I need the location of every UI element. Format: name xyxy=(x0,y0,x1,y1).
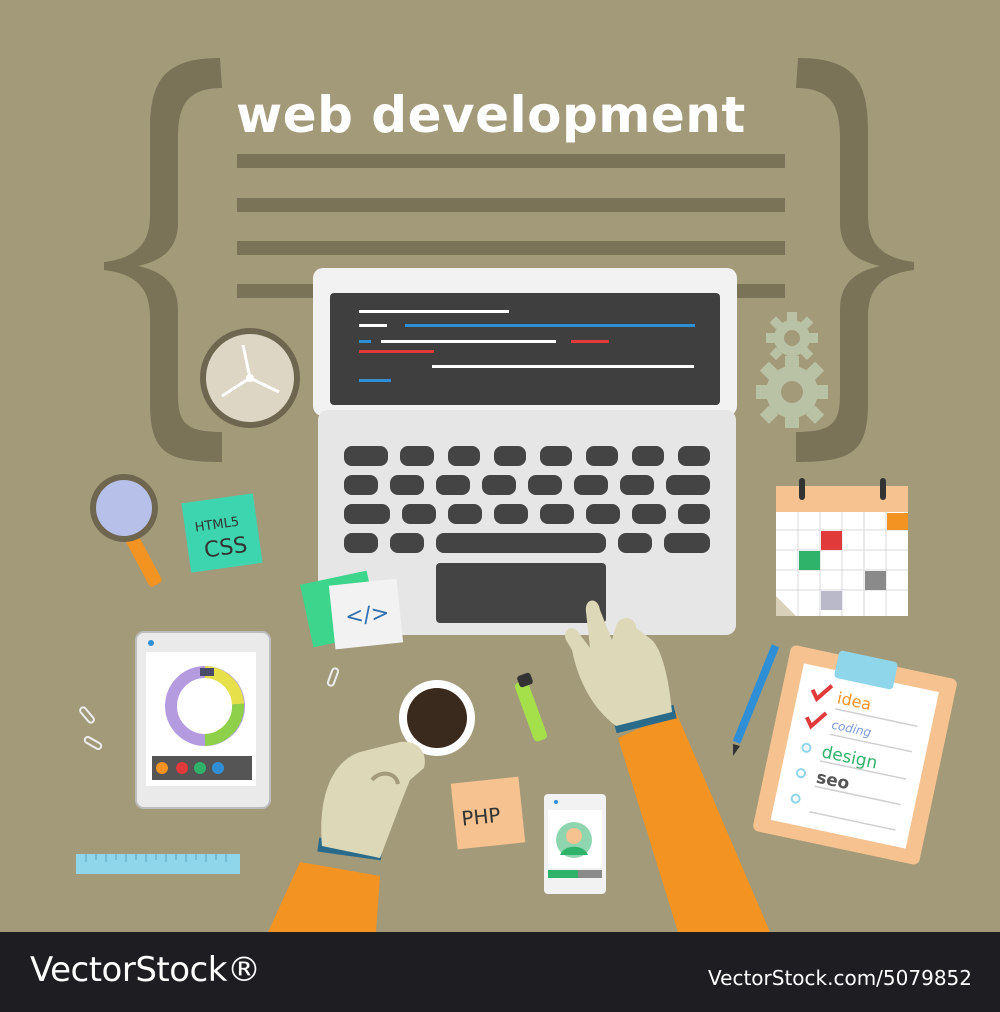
illustration-scene: HTML5 CSS </> PHP idea coding design seo… xyxy=(0,0,1000,932)
code-tag-sticker: </> xyxy=(300,570,404,650)
left-hand-with-sleeve xyxy=(268,741,425,932)
clipboard-checklist: idea coding design seo xyxy=(753,645,957,865)
php-sticker: PHP xyxy=(450,776,526,850)
page-title: web development xyxy=(236,86,746,144)
footer-bar: VectorStock® VectorStock.com/5079852 xyxy=(0,932,1000,1012)
image-id-text: VectorStock.com/5079852 xyxy=(708,966,972,990)
smartphone xyxy=(544,794,606,894)
left-curly-brace xyxy=(104,58,222,462)
code-tag-label: </> xyxy=(344,601,391,630)
trackpad xyxy=(436,563,606,623)
tablet xyxy=(135,631,271,809)
magnifier-icon xyxy=(90,474,162,587)
brand-logo-text: VectorStock® xyxy=(30,950,261,990)
gears-icon xyxy=(756,312,828,428)
wall-clock xyxy=(200,328,300,428)
php-label: PHP xyxy=(460,803,501,831)
laptop xyxy=(313,268,737,635)
ruler xyxy=(76,854,240,874)
calendar xyxy=(776,478,908,616)
html5-css-sticker: HTML5 CSS xyxy=(181,493,263,573)
marker-icon xyxy=(514,672,548,742)
